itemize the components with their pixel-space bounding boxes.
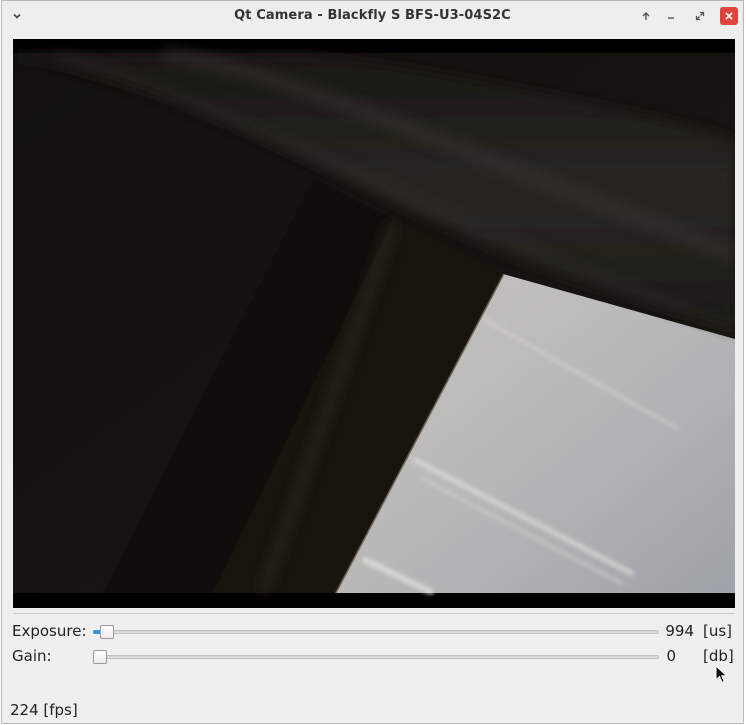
separator xyxy=(13,613,735,614)
gain-slider-groove xyxy=(93,655,659,659)
gain-slider-handle[interactable] xyxy=(93,650,107,664)
close-icon[interactable] xyxy=(720,7,738,25)
camera-preview xyxy=(13,39,735,608)
title-bar[interactable]: Qt Camera - Blackfly S BFS-U3-04S2C xyxy=(2,1,743,31)
minimize-icon[interactable] xyxy=(662,7,680,25)
gain-slider[interactable] xyxy=(93,650,659,664)
fps-status: 224 [fps] xyxy=(10,701,78,719)
arrow-up-icon[interactable] xyxy=(637,7,655,25)
mouse-pointer-icon xyxy=(715,664,729,689)
camera-window: Qt Camera - Blackfly S BFS-U3-04S2C Expo… xyxy=(1,0,744,724)
exposure-unit: [us] xyxy=(703,622,733,640)
gain-label: Gain: xyxy=(12,647,52,665)
exposure-value: 994 xyxy=(665,622,694,640)
gain-value: 0 xyxy=(666,647,676,665)
exposure-slider-groove xyxy=(93,630,659,634)
window-title: Qt Camera - Blackfly S BFS-U3-04S2C xyxy=(234,8,511,23)
exposure-slider-handle[interactable] xyxy=(100,625,114,639)
exposure-label: Exposure: xyxy=(12,622,87,640)
gain-unit: [db] xyxy=(703,647,734,665)
exposure-slider[interactable] xyxy=(93,625,659,639)
maximize-icon[interactable] xyxy=(691,7,709,25)
